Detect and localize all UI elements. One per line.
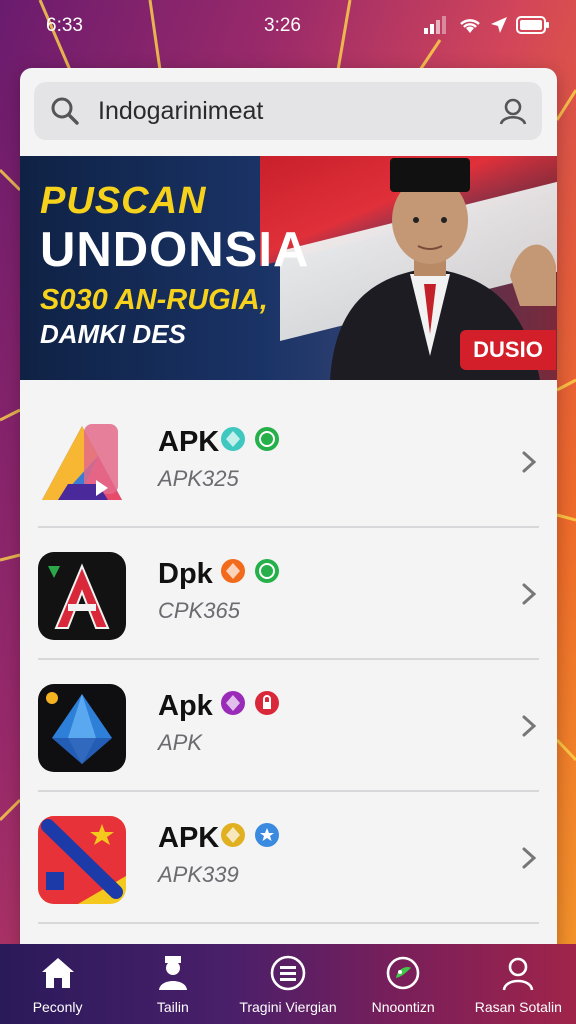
flag-star-icon [38, 816, 126, 904]
app-badges [220, 426, 280, 452]
nav-item-leaf[interactable]: Nnoontizn [346, 944, 461, 1015]
banner-title-2: UNDONSIA [40, 223, 310, 277]
status-bar: 6:33 3:26 [0, 0, 576, 56]
location-arrow-icon [491, 17, 507, 33]
home-icon [41, 958, 74, 988]
android-play-icon [38, 420, 126, 508]
battery-icon [516, 16, 549, 34]
app-list: APK APK325 Dpk CPK365 Apk APK APK APK339 [20, 396, 557, 924]
app-badges [220, 690, 280, 716]
grid-icon [270, 955, 306, 991]
banner-badge[interactable]: DUSIO [460, 330, 556, 370]
app-version: APK [158, 730, 203, 755]
bottom-nav: Peconly Tailin Tragini Viergian Nnoontiz… [0, 944, 576, 1024]
profile-search-icon[interactable] [498, 96, 528, 126]
profile-icon [503, 957, 534, 991]
status-time-center: 3:26 [264, 15, 301, 36]
app-version: APK339 [158, 862, 239, 887]
whatsapp-icon [255, 559, 279, 583]
search-icon[interactable] [50, 96, 80, 126]
nav-label: Nnoontizn [371, 999, 435, 1015]
wifi-icon [460, 19, 480, 33]
chevron-right-icon[interactable] [519, 846, 539, 870]
leaf-icon [386, 956, 420, 990]
gem-icon [221, 823, 245, 847]
content-card: PUSCAN UNDONSIA S030 AN-RUGIA, DAMKI DES… [20, 68, 557, 958]
list-item[interactable]: Apk APK [38, 660, 539, 792]
app-name: Dpk [158, 558, 213, 590]
whatsapp-icon [255, 427, 279, 451]
app-name: APK [158, 426, 220, 458]
list-item[interactable]: APK APK339 [38, 792, 539, 924]
chevron-right-icon[interactable] [519, 450, 539, 474]
nav-label: Tragini Viergian [239, 999, 337, 1015]
app-version: APK325 [158, 466, 239, 491]
app-name: Apk [158, 690, 213, 722]
search-input[interactable] [98, 96, 478, 126]
banner-title-1: PUSCAN [40, 180, 207, 222]
app-version: CPK365 [158, 598, 240, 623]
gem-icon [221, 427, 245, 451]
app-badges [220, 822, 280, 848]
app-name: APK [158, 822, 220, 854]
letter-a-icon [38, 552, 126, 640]
nav-label: Tailin [156, 999, 189, 1015]
banner-subtitle-1: S030 AN-RUGIA, [40, 284, 268, 316]
app-badges [220, 558, 280, 584]
signal-icon [424, 16, 446, 34]
nav-label: Rasan Sotalin [474, 999, 562, 1015]
gem-icon [221, 559, 245, 583]
nav-label: Peconly [32, 999, 83, 1015]
nav-item-profile[interactable]: Rasan Sotalin [461, 944, 576, 1015]
star-icon [255, 823, 279, 847]
gem-icon [221, 691, 245, 715]
lock-icon [255, 691, 279, 715]
list-item[interactable]: Dpk CPK365 [38, 528, 539, 660]
nav-item-home[interactable]: Peconly [0, 944, 115, 1015]
chevron-right-icon[interactable] [519, 582, 539, 606]
chevron-right-icon[interactable] [519, 714, 539, 738]
crystal-icon [38, 684, 126, 772]
promo-banner[interactable]: PUSCAN UNDONSIA S030 AN-RUGIA, DAMKI DES… [20, 156, 557, 380]
user-hat-icon [158, 956, 187, 990]
banner-subtitle-2: DAMKI DES [40, 319, 186, 349]
list-item[interactable]: APK APK325 [38, 396, 539, 528]
status-time-left: 6:33 [46, 15, 83, 36]
nav-item-grid[interactable]: Tragini Viergian [230, 944, 345, 1015]
search-bar [34, 82, 542, 140]
status-icons [424, 16, 550, 34]
nav-item-user[interactable]: Tailin [115, 944, 230, 1015]
